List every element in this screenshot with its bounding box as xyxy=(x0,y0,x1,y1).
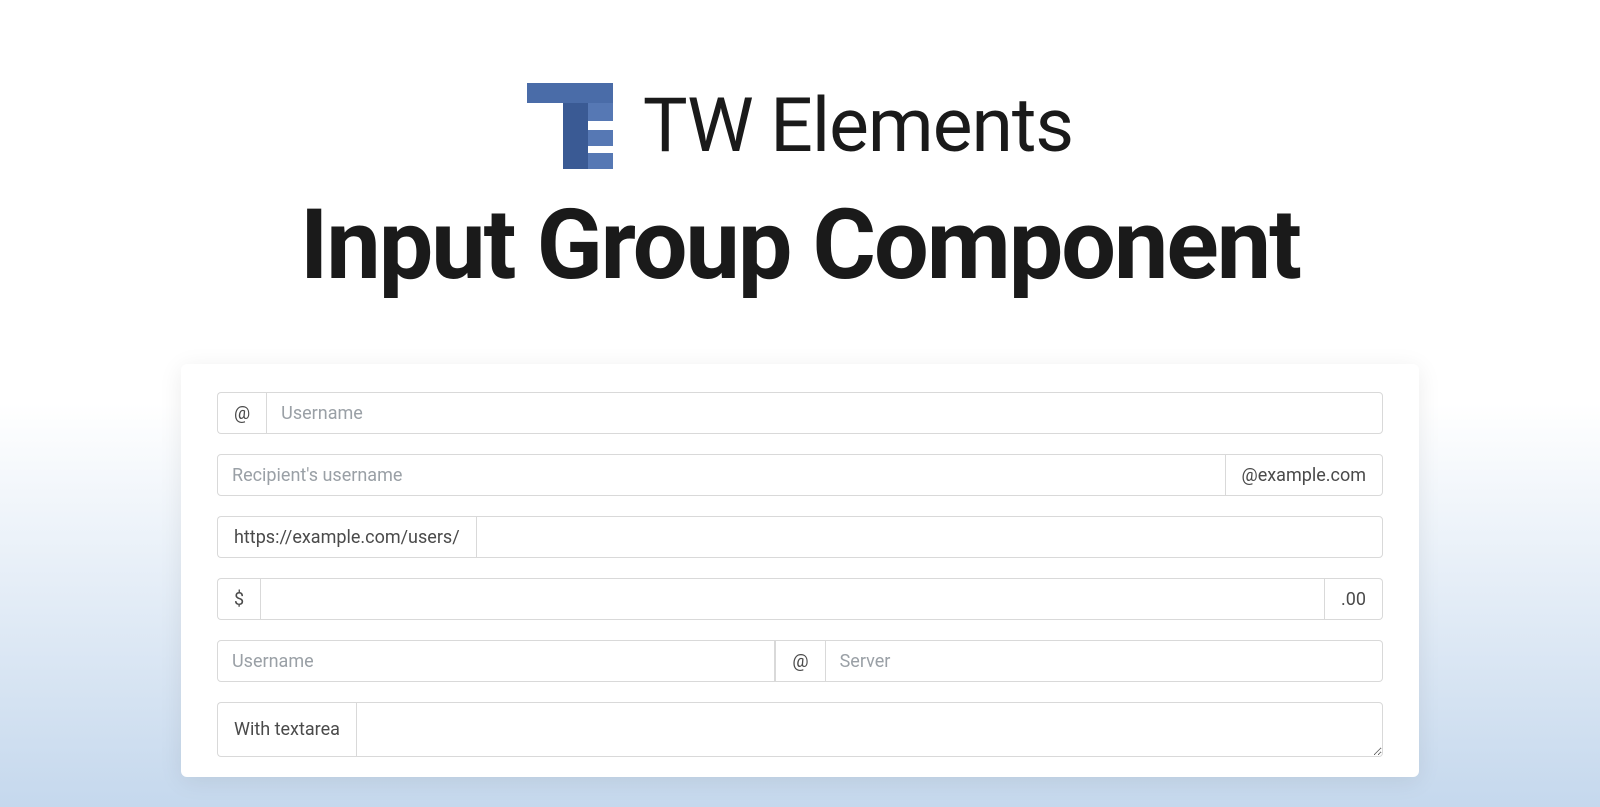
input-group-textarea: With textarea xyxy=(217,702,1383,757)
decimal-suffix-addon: .00 xyxy=(1325,578,1383,620)
brand-name: TW Elements xyxy=(643,82,1073,170)
input-group-url: https://example.com/users/ xyxy=(217,516,1383,558)
at-prefix-addon: @ xyxy=(217,392,266,434)
brand-row: TW Elements xyxy=(527,82,1073,170)
input-group-username: @ xyxy=(217,392,1383,434)
input-group-user-server: @ xyxy=(217,640,1383,682)
examples-card: @ @example.com https://example.com/users… xyxy=(181,364,1419,777)
url-prefix-addon: https://example.com/users/ xyxy=(217,516,476,558)
page-container: TW Elements Input Group Component @ @exa… xyxy=(0,0,1600,777)
username-left-input[interactable] xyxy=(217,640,775,682)
amount-input[interactable] xyxy=(260,578,1325,620)
textarea-label-addon: With textarea xyxy=(217,702,356,757)
server-input[interactable] xyxy=(826,640,1383,682)
textarea-input[interactable] xyxy=(356,702,1383,757)
username-input[interactable] xyxy=(266,392,1383,434)
at-separator-addon: @ xyxy=(775,640,825,682)
input-group-recipient: @example.com xyxy=(217,454,1383,496)
domain-suffix-addon: @example.com xyxy=(1226,454,1383,496)
currency-prefix-addon: $ xyxy=(217,578,260,620)
page-title: Input Group Component xyxy=(300,188,1300,302)
recipient-input[interactable] xyxy=(217,454,1226,496)
input-group-amount: $ .00 xyxy=(217,578,1383,620)
tw-elements-logo-icon xyxy=(527,83,613,169)
url-path-input[interactable] xyxy=(476,516,1383,558)
